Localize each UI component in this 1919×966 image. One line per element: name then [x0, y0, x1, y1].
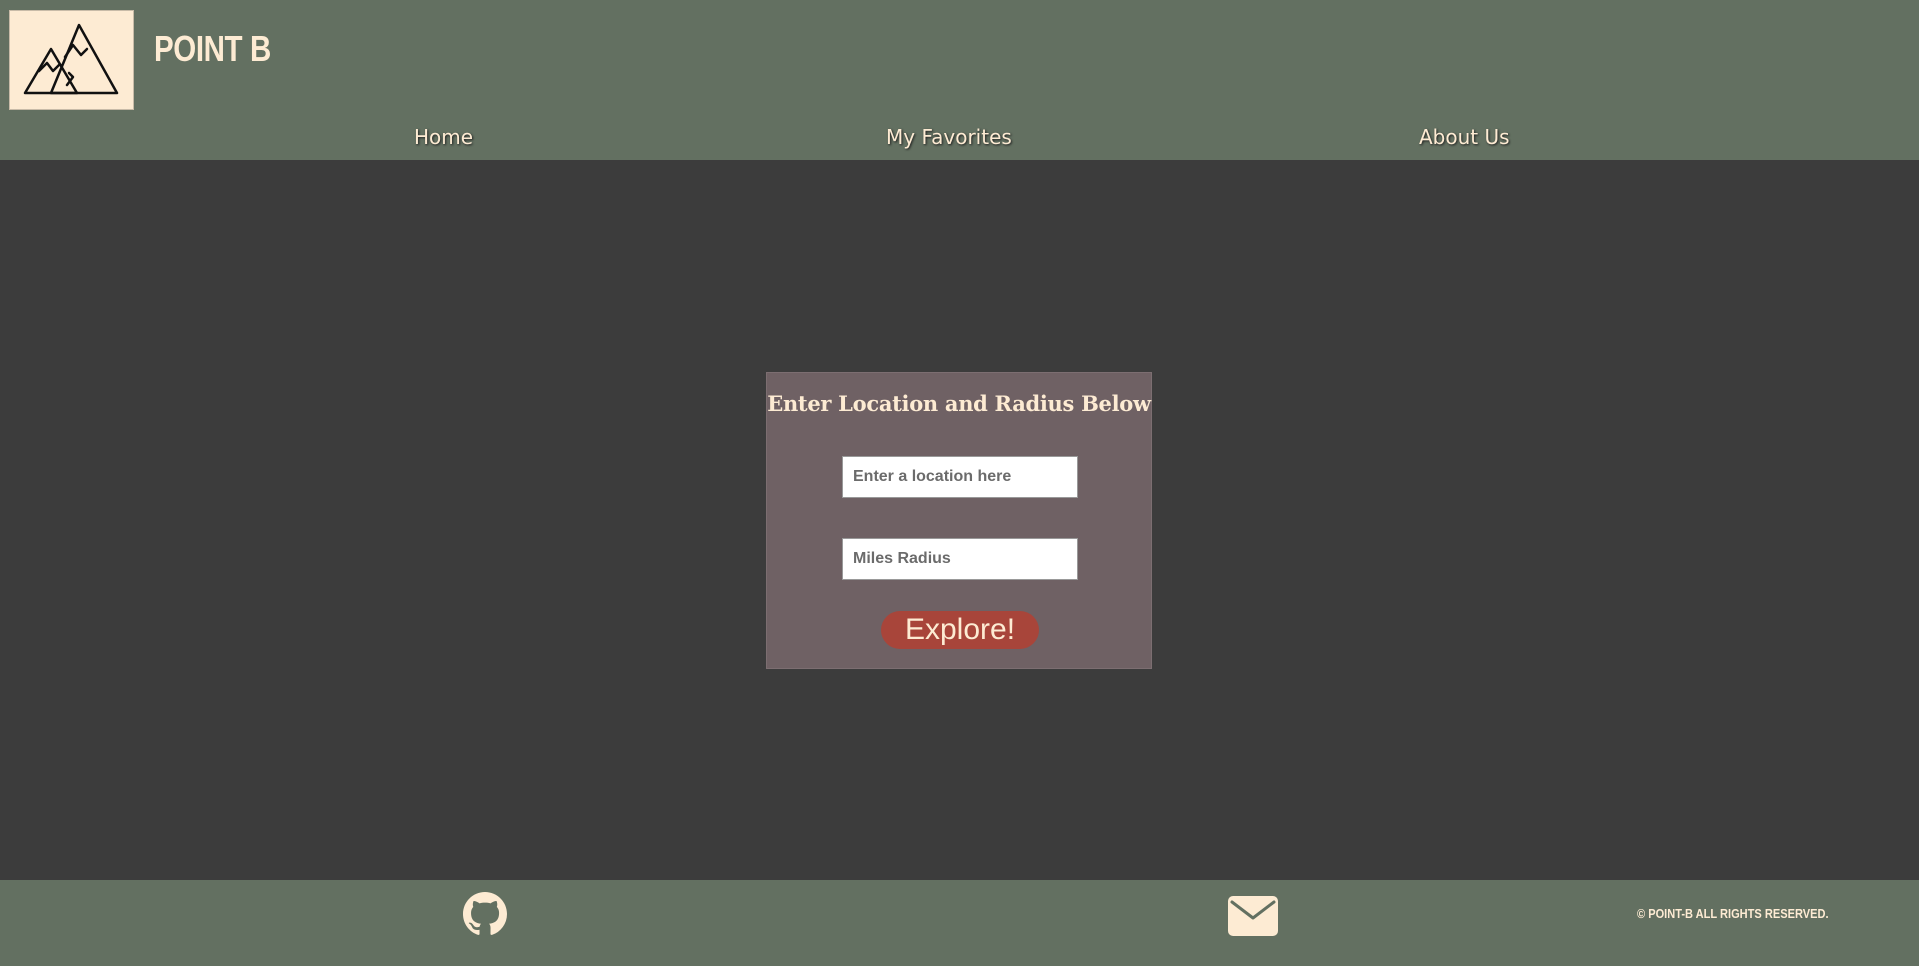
- main-nav: Home My Favorites About Us: [0, 125, 1919, 155]
- github-icon[interactable]: [463, 892, 507, 936]
- copyright-text: © POINT-B ALL RIGHTS RESERVED.: [1637, 906, 1829, 921]
- mail-icon[interactable]: [1228, 896, 1278, 936]
- site-footer: © POINT-B ALL RIGHTS RESERVED.: [0, 880, 1919, 966]
- explore-button[interactable]: Explore!: [881, 611, 1039, 649]
- brand-title[interactable]: POINT B: [154, 28, 271, 70]
- mountains-icon: [23, 23, 118, 95]
- logo[interactable]: [9, 10, 134, 110]
- search-card: Enter Location and Radius Below Explore!: [766, 372, 1152, 669]
- radius-input[interactable]: [842, 538, 1078, 580]
- nav-my-favorites[interactable]: My Favorites: [886, 125, 1012, 149]
- nav-home[interactable]: Home: [414, 125, 473, 149]
- search-card-title: Enter Location and Radius Below: [767, 391, 1151, 416]
- site-header: POINT B Home My Favorites About Us: [0, 0, 1919, 160]
- location-input[interactable]: [842, 456, 1078, 498]
- nav-about-us[interactable]: About Us: [1419, 125, 1510, 149]
